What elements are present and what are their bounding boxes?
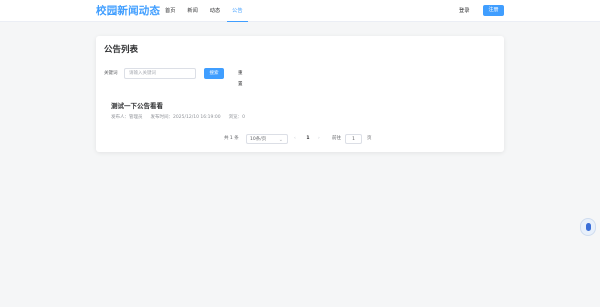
top-navbar: 校园新闻动态 首页 新闻 动态 公告 登录 注册 xyxy=(0,0,600,22)
notice-publisher: 发布人：管理员 xyxy=(111,115,143,120)
nav-dynamics[interactable]: 动态 xyxy=(205,0,225,22)
nav-home[interactable]: 首页 xyxy=(160,0,180,22)
keyword-input[interactable] xyxy=(124,68,196,79)
page-number-current[interactable]: 1 xyxy=(304,134,312,144)
search-button[interactable]: 搜索 xyxy=(204,68,224,79)
page-size-value: 10条/页 xyxy=(250,137,267,142)
page-unit-label: 页 xyxy=(367,136,372,141)
page-size-select[interactable]: 10条/页 ⌄ xyxy=(246,134,288,144)
site-logo[interactable]: 校园新闻动态 xyxy=(96,3,160,18)
main-nav: 首页 新闻 动态 公告 xyxy=(160,0,250,22)
assistant-icon xyxy=(586,223,591,231)
notice-published-at: 发布时间：2025/12/10 16:19:00 xyxy=(150,115,221,120)
floating-assistant-button[interactable] xyxy=(580,218,596,236)
goto-page-input[interactable]: 1 xyxy=(345,134,362,144)
keyword-label: 关键词 xyxy=(104,71,118,76)
page-title: 公告列表 xyxy=(104,45,139,55)
notice-views: 浏览：0 xyxy=(228,115,245,120)
chevron-right-icon[interactable]: › xyxy=(318,134,320,144)
login-link[interactable]: 登录 xyxy=(459,0,469,22)
announcement-list-card: 公告列表 关键词 搜索 重置 测试一下公告看看 发布人：管理员 发布时间：202… xyxy=(96,36,504,152)
pagination-total: 共 1 条 xyxy=(224,136,239,141)
chevron-left-icon[interactable]: ‹ xyxy=(294,134,296,144)
notice-item[interactable]: 测试一下公告看看 发布人：管理员 发布时间：2025/12/10 16:19:0… xyxy=(111,100,253,120)
chevron-down-icon: ⌄ xyxy=(278,137,283,143)
nav-news[interactable]: 新闻 xyxy=(182,0,202,22)
notice-meta: 发布人：管理员 发布时间：2025/12/10 16:19:00 浏览：0 xyxy=(111,114,253,120)
register-button[interactable]: 注册 xyxy=(483,5,504,16)
goto-label: 前往 xyxy=(332,136,341,141)
notice-title[interactable]: 测试一下公告看看 xyxy=(111,100,253,110)
reset-button[interactable]: 重置 xyxy=(238,68,243,90)
nav-announcements[interactable]: 公告 xyxy=(227,0,248,22)
